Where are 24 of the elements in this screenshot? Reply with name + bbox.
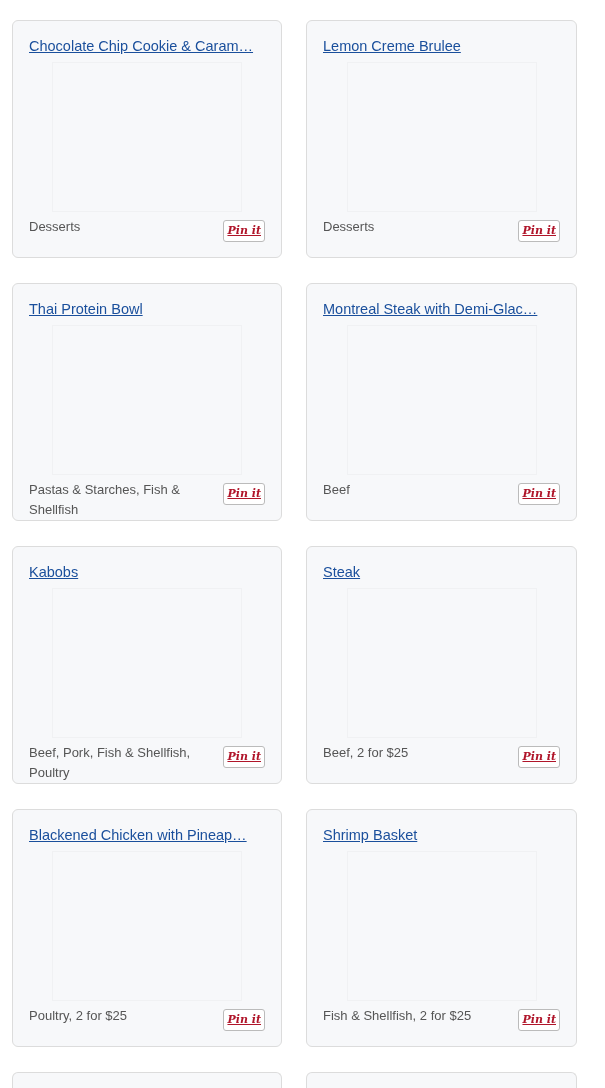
pin-it-button[interactable]: Pin it (518, 220, 560, 242)
category-text: Beef, 2 for $25 (323, 744, 409, 762)
pin-it-button[interactable]: Pin it (223, 483, 265, 505)
pin-it-button[interactable]: Pin it (223, 1009, 265, 1031)
category-text: Desserts (323, 218, 375, 236)
pin-it-button[interactable]: Pin it (518, 483, 560, 505)
recipe-title-link[interactable]: Steak (323, 561, 361, 583)
recipe-title-link[interactable]: Chocolate Chip Cookie & Caram… (29, 35, 254, 57)
pin-it-button[interactable]: Pin it (518, 746, 560, 768)
category-text: Beef, Pork, Fish & Shellfish, Poultry (29, 744, 192, 782)
pin-it-button[interactable]: Pin it (223, 220, 265, 242)
recipe-title-link[interactable]: Blackened Chicken with Pineap… (29, 824, 247, 846)
category-text: Beef (323, 481, 350, 499)
recipe-title-link[interactable]: Lemon Creme Brulee (323, 35, 461, 57)
recipe-title-link[interactable]: Montreal Steak with Demi-Glac… (323, 298, 538, 320)
pin-it-button[interactable]: Pin it (518, 1009, 560, 1031)
pin-it-button[interactable]: Pin it (223, 746, 265, 768)
category-text: Pastas & Starches, Fish & Shellfish (29, 481, 181, 519)
category-text: Fish & Shellfish, 2 for $25 (323, 1007, 472, 1025)
category-text: Desserts (29, 218, 81, 236)
recipe-title-link[interactable]: Thai Protein Bowl (29, 298, 143, 320)
category-text: Poultry, 2 for $25 (29, 1007, 128, 1025)
recipe-title-link[interactable]: Kabobs (29, 561, 79, 583)
recipe-title-link[interactable]: Shrimp Basket (323, 824, 418, 846)
